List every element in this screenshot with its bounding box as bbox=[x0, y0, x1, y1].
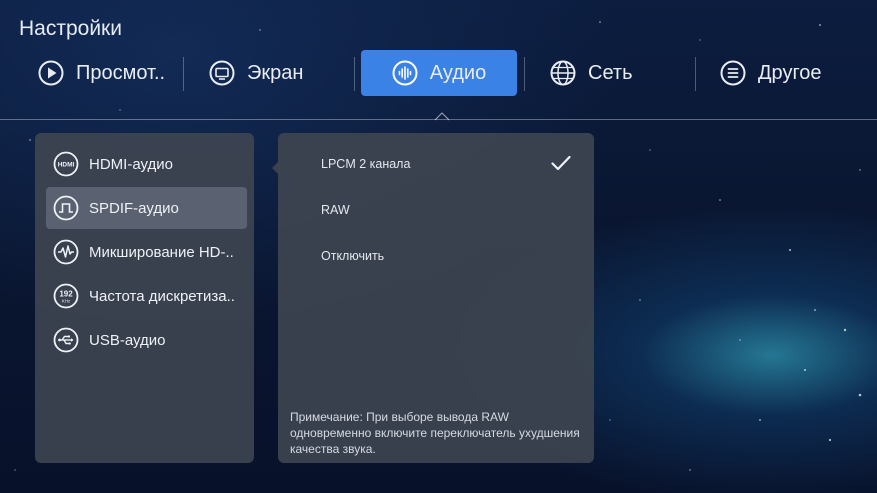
tab-divider bbox=[183, 57, 184, 91]
checkmark-icon bbox=[551, 155, 571, 171]
menu-item-label: HDMI-аудио bbox=[89, 155, 173, 173]
monitor-icon bbox=[209, 60, 235, 86]
hdmi-icon: HDMI bbox=[53, 151, 79, 177]
play-icon bbox=[38, 60, 64, 86]
tab-view[interactable]: Просмот.. bbox=[38, 50, 165, 96]
menu-item-spdif-audio[interactable]: SPDIF-аудио bbox=[46, 187, 247, 229]
menu-item-sample-rate[interactable]: 192 KHz Частота дискретиза.. bbox=[46, 275, 247, 317]
tab-label: Экран bbox=[247, 61, 304, 84]
svg-text:HDMI: HDMI bbox=[58, 162, 75, 169]
option-disable[interactable]: Отключить bbox=[321, 249, 384, 263]
tab-other[interactable]: Другое bbox=[720, 50, 822, 96]
audio-wave-icon bbox=[392, 60, 418, 86]
spdif-options-panel: LPCM 2 канала RAW Отключить Примечание: … bbox=[278, 133, 594, 463]
menu-item-usb-audio[interactable]: USB-аудио bbox=[46, 319, 247, 361]
tab-screen[interactable]: Экран bbox=[209, 50, 303, 96]
menu-item-hd-mixing[interactable]: Микширование HD-.. bbox=[46, 231, 247, 273]
waveform-icon bbox=[53, 239, 79, 265]
active-tab-pointer-icon bbox=[435, 112, 449, 121]
tab-network[interactable]: Сеть bbox=[550, 50, 632, 96]
settings-tabs: Просмот.. Экран Аудио Сеть Другое bbox=[0, 50, 877, 96]
usb-icon bbox=[53, 327, 79, 353]
tab-audio[interactable]: Аудио bbox=[361, 50, 517, 96]
raw-output-note: Примечание: При выборе вывода RAW одновр… bbox=[290, 410, 580, 456]
page-title: Настройки bbox=[19, 17, 122, 40]
audio-settings-menu: HDMI HDMI-аудио SPDIF-аудио Микширование… bbox=[35, 133, 254, 463]
svg-text:192: 192 bbox=[59, 290, 73, 299]
menu-item-hdmi-audio[interactable]: HDMI HDMI-аудио bbox=[46, 143, 247, 185]
svg-text:KHz: KHz bbox=[62, 299, 71, 304]
option-lpcm-2ch[interactable]: LPCM 2 канала bbox=[321, 157, 410, 171]
tab-label: Сеть bbox=[588, 61, 633, 84]
tab-label: Аудио bbox=[429, 61, 487, 84]
globe-icon bbox=[550, 60, 576, 86]
menu-icon bbox=[720, 60, 746, 86]
spdif-icon bbox=[53, 195, 79, 221]
menu-item-label: USB-аудио bbox=[89, 331, 166, 349]
tab-divider bbox=[354, 57, 355, 91]
sample-rate-192khz-icon: 192 KHz bbox=[53, 283, 79, 309]
tab-divider bbox=[524, 57, 525, 91]
tab-label: Другое bbox=[758, 61, 822, 84]
option-raw[interactable]: RAW bbox=[321, 203, 350, 217]
menu-item-label: SPDIF-аудио bbox=[89, 199, 179, 217]
menu-item-label: Микширование HD-.. bbox=[89, 243, 234, 261]
tab-label: Просмот.. bbox=[76, 61, 166, 84]
tab-divider bbox=[695, 57, 696, 91]
menu-item-label: Частота дискретиза.. bbox=[89, 287, 235, 305]
